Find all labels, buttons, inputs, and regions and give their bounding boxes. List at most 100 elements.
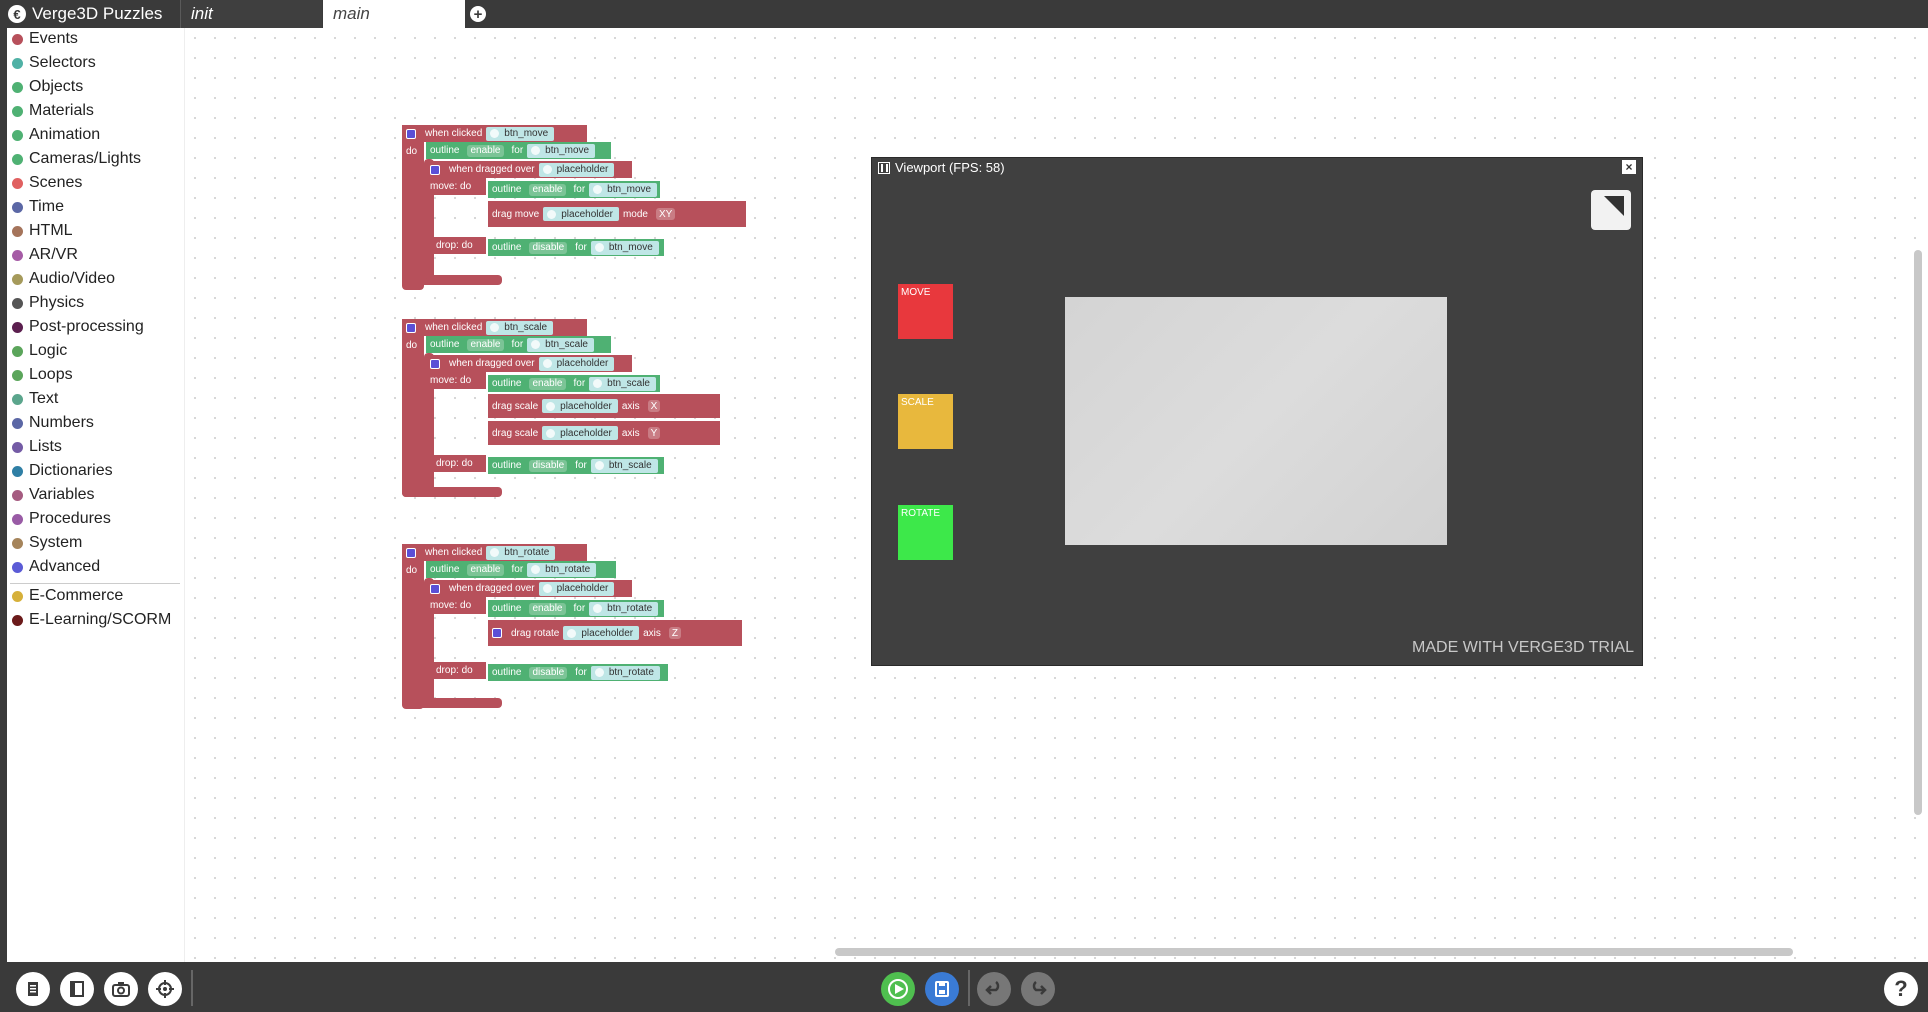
- object-field[interactable]: btn_move: [486, 126, 555, 141]
- object-field[interactable]: btn_scale: [589, 376, 656, 391]
- object-field[interactable]: placeholder: [543, 207, 619, 221]
- undo-icon[interactable]: [977, 972, 1011, 1006]
- files-icon[interactable]: [16, 972, 50, 1006]
- tab-init[interactable]: init: [180, 0, 322, 28]
- outline-mode-dropdown[interactable]: enable: [529, 377, 566, 390]
- outline-block[interactable]: outline enable for btn_scale: [488, 375, 660, 392]
- axis-dropdown[interactable]: X: [647, 400, 661, 412]
- sidebar-item-text[interactable]: Text: [12, 388, 58, 410]
- sidebar-item-post-processing[interactable]: Post-processing: [12, 316, 144, 338]
- block-group-rotate[interactable]: when clicked btn_rotate do outline enabl…: [402, 544, 782, 714]
- scale-button[interactable]: SCALE: [898, 394, 953, 449]
- outline-block[interactable]: outline disable for btn_move: [488, 239, 664, 256]
- block-group-move[interactable]: when clicked btn_move do outline enable …: [402, 125, 782, 295]
- sidebar-item-physics[interactable]: Physics: [12, 292, 84, 314]
- outline-mode-dropdown[interactable]: enable: [467, 144, 504, 157]
- outline-mode-dropdown[interactable]: disable: [529, 241, 568, 254]
- object-field[interactable]: placeholder: [542, 399, 618, 413]
- sidebar-item-variables[interactable]: Variables: [12, 484, 95, 506]
- sidebar-item-events[interactable]: Events: [12, 28, 78, 50]
- sidebar-icon[interactable]: [60, 972, 94, 1006]
- add-tab-icon[interactable]: +: [470, 6, 486, 22]
- object-field[interactable]: btn_move: [589, 182, 658, 197]
- when-dragged-over-block[interactable]: when dragged over placeholder: [426, 580, 632, 597]
- outline-mode-dropdown[interactable]: disable: [529, 459, 568, 472]
- sidebar-item-advanced[interactable]: Advanced: [12, 556, 100, 578]
- sidebar-item-logic[interactable]: Logic: [12, 340, 67, 362]
- object-field[interactable]: btn_scale: [590, 458, 658, 473]
- drag-move-block[interactable]: drag move placeholder mode XY: [488, 201, 746, 227]
- viewport-window[interactable]: Viewport (FPS: 58) × MOVE SCALE ROTATE M…: [871, 157, 1643, 666]
- viewport-title-bar[interactable]: Viewport (FPS: 58) ×: [872, 158, 1642, 177]
- 3d-screen-object[interactable]: [1065, 297, 1447, 545]
- move-button[interactable]: MOVE: [898, 284, 953, 339]
- sidebar-item-ar-vr[interactable]: AR/VR: [12, 244, 78, 266]
- object-field[interactable]: btn_rotate: [590, 665, 660, 680]
- outline-mode-dropdown[interactable]: disable: [529, 666, 568, 679]
- axis-dropdown[interactable]: Y: [647, 427, 661, 439]
- fullscreen-icon[interactable]: [1591, 190, 1631, 230]
- outline-mode-dropdown[interactable]: enable: [529, 183, 566, 196]
- outline-block[interactable]: outline enable for btn_scale: [426, 336, 611, 353]
- when-dragged-over-block[interactable]: when dragged over placeholder: [426, 161, 632, 178]
- object-field[interactable]: placeholder: [542, 426, 618, 440]
- horizontal-scrollbar[interactable]: [835, 948, 1793, 956]
- outline-block[interactable]: outline enable for btn_move: [426, 142, 611, 159]
- tab-main[interactable]: main: [323, 0, 465, 28]
- outline-block[interactable]: outline disable for btn_rotate: [488, 664, 668, 681]
- object-field[interactable]: btn_rotate: [589, 601, 659, 616]
- outline-block[interactable]: outline enable for btn_rotate: [488, 600, 664, 617]
- run-icon[interactable]: [881, 972, 915, 1006]
- sidebar-item-cameras-lights[interactable]: Cameras/Lights: [12, 148, 141, 170]
- sidebar-item-html[interactable]: HTML: [12, 220, 73, 242]
- object-field[interactable]: btn_rotate: [486, 545, 556, 560]
- object-field[interactable]: placeholder: [538, 162, 615, 177]
- object-field[interactable]: placeholder: [563, 626, 640, 640]
- object-field[interactable]: placeholder: [538, 356, 615, 371]
- help-icon[interactable]: ?: [1884, 972, 1918, 1006]
- outline-block[interactable]: outline enable for btn_rotate: [426, 561, 616, 578]
- outline-mode-dropdown[interactable]: enable: [467, 338, 504, 351]
- center-icon[interactable]: [148, 972, 182, 1006]
- sidebar-item-procedures[interactable]: Procedures: [12, 508, 111, 530]
- sidebar-item-objects[interactable]: Objects: [12, 76, 83, 98]
- axis-dropdown[interactable]: Z: [668, 627, 681, 639]
- mode-dropdown[interactable]: XY: [655, 208, 676, 220]
- sidebar-item-lists[interactable]: Lists: [12, 436, 62, 458]
- when-dragged-over-block[interactable]: when dragged over placeholder: [426, 355, 632, 372]
- sidebar-item-system[interactable]: System: [12, 532, 82, 554]
- object-field[interactable]: btn_rotate: [527, 562, 597, 577]
- sidebar-item-e-commerce[interactable]: E-Commerce: [12, 585, 123, 607]
- object-field[interactable]: btn_scale: [527, 337, 594, 352]
- outline-block[interactable]: outline disable for btn_scale: [488, 457, 664, 474]
- redo-icon[interactable]: [1021, 972, 1055, 1006]
- drag-scale-block[interactable]: drag scale placeholder axis Y: [488, 421, 720, 445]
- screenshot-icon[interactable]: [104, 972, 138, 1006]
- object-field[interactable]: btn_scale: [486, 320, 554, 335]
- object-field[interactable]: placeholder: [538, 581, 615, 596]
- pause-icon[interactable]: [878, 161, 890, 174]
- sidebar-item-numbers[interactable]: Numbers: [12, 412, 94, 434]
- outline-mode-dropdown[interactable]: enable: [467, 563, 504, 576]
- sidebar-item-time[interactable]: Time: [12, 196, 64, 218]
- save-icon[interactable]: [925, 972, 959, 1006]
- sidebar-item-scenes[interactable]: Scenes: [12, 172, 82, 194]
- sidebar-item-dictionaries[interactable]: Dictionaries: [12, 460, 113, 482]
- sidebar-item-e-learning-scorm[interactable]: E-Learning/SCORM: [12, 609, 171, 631]
- outline-block[interactable]: outline enable for btn_move: [488, 181, 660, 198]
- block-group-scale[interactable]: when clicked btn_scale do outline enable…: [402, 319, 782, 504]
- drag-scale-block[interactable]: drag scale placeholder axis X: [488, 394, 720, 418]
- sidebar-item-loops[interactable]: Loops: [12, 364, 73, 386]
- rotate-button[interactable]: ROTATE: [898, 505, 953, 560]
- drag-rotate-block[interactable]: drag rotate placeholder axis Z: [488, 620, 742, 646]
- sidebar-item-selectors[interactable]: Selectors: [12, 52, 96, 74]
- object-field[interactable]: btn_move: [590, 240, 659, 255]
- vertical-scrollbar[interactable]: [1914, 250, 1922, 815]
- close-icon[interactable]: ×: [1622, 160, 1636, 174]
- object-field[interactable]: btn_move: [527, 143, 596, 158]
- app-title[interactable]: € Verge3D Puzzles: [8, 0, 162, 28]
- sidebar-item-animation[interactable]: Animation: [12, 124, 100, 146]
- outline-mode-dropdown[interactable]: enable: [529, 602, 566, 615]
- sidebar-item-audio-video[interactable]: Audio/Video: [12, 268, 115, 290]
- sidebar-item-materials[interactable]: Materials: [12, 100, 94, 122]
